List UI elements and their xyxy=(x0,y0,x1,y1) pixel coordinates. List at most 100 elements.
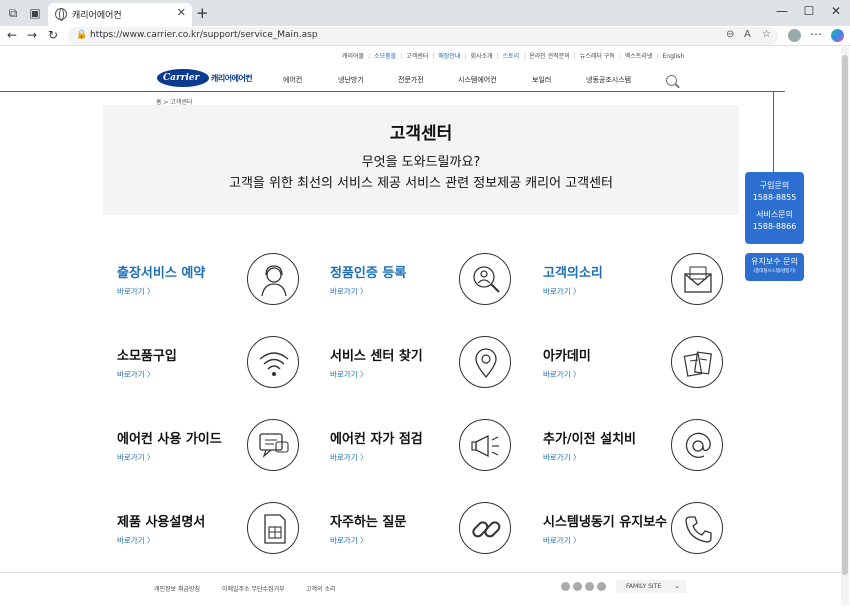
more-menu-icon[interactable]: ⋯ xyxy=(810,27,822,41)
globe-icon xyxy=(55,8,67,21)
shortcut-link[interactable]: 바로가기 〉 xyxy=(117,369,154,380)
shortcut-link[interactable]: 바로가기 〉 xyxy=(543,452,580,463)
service-card-title[interactable]: 에어컨 사용 가이드 xyxy=(117,428,222,447)
read-aloud-icon[interactable]: A xyxy=(744,29,751,40)
link-icon[interactable] xyxy=(459,502,511,554)
util-nav-item[interactable]: 온라인 견적문의 xyxy=(529,53,570,60)
service-card-title[interactable]: 추가/이전 설치비 xyxy=(543,428,636,447)
minimize-button[interactable]: — xyxy=(772,4,792,18)
window-close-button[interactable]: ✕ xyxy=(826,4,846,18)
footer-link-voice[interactable]: 고객의 소리 xyxy=(306,584,336,593)
service-card-title[interactable]: 아카데미 xyxy=(543,345,591,364)
new-tab-button[interactable]: + xyxy=(196,4,209,22)
back-button[interactable]: ← xyxy=(7,28,17,42)
service-card-title[interactable]: 서비스 센터 찾기 xyxy=(330,345,423,364)
url-text: https://www.carrier.co.kr/support/servic… xyxy=(90,30,318,40)
shortcut-link[interactable]: 바로가기 〉 xyxy=(117,535,154,546)
maximize-button[interactable]: ☐ xyxy=(799,4,819,18)
util-nav-item[interactable]: 엑스트라넷 xyxy=(625,53,653,60)
refresh-button[interactable]: ↻ xyxy=(48,28,58,42)
sns-youtube-icon[interactable] xyxy=(597,582,606,591)
books-icon[interactable] xyxy=(671,336,723,388)
profile-avatar[interactable] xyxy=(788,29,801,42)
util-nav-item[interactable]: 매장안내 xyxy=(438,53,460,60)
footer-link-email[interactable]: 이메일주소 무단수집거부 xyxy=(222,584,285,593)
at-sign-icon[interactable] xyxy=(671,419,723,471)
carrier-logo[interactable]: Carrier xyxy=(157,69,209,87)
purchase-phone: 1588-8855 xyxy=(752,193,797,202)
shortcut-link[interactable]: 바로가기 〉 xyxy=(330,535,367,546)
phone-icon[interactable] xyxy=(671,502,723,554)
family-site-select[interactable]: FAMILY SITE ⌄ xyxy=(616,580,686,593)
util-nav-item[interactable]: English xyxy=(663,53,685,60)
service-card-title[interactable]: 출장서비스 예약 xyxy=(117,262,205,281)
page-content: 캐리어몰 | 소모품몰 | 고객센터 | 매장안내 | 회사소개 | 스토리 | 온라인 견적문의 | 뉴스… xyxy=(0,47,850,607)
wifi-icon[interactable] xyxy=(247,336,299,388)
forward-button[interactable]: → xyxy=(27,28,37,42)
sns-instagram-icon[interactable] xyxy=(585,582,594,591)
shortcut-link[interactable]: 바로가기 〉 xyxy=(330,286,367,297)
gnb-item-system-aircon[interactable]: 시스템에어컨 xyxy=(458,75,497,85)
util-nav-item[interactable]: 캐리어몰 xyxy=(342,53,364,60)
phone-icon-graphic xyxy=(685,516,712,543)
util-nav-item[interactable]: 회사소개 xyxy=(471,53,493,60)
service-phone: 1588-8866 xyxy=(752,222,797,231)
browser-tab[interactable]: 캐리어에어컨 ✕ xyxy=(48,3,192,26)
shortcut-link[interactable]: 바로가기 〉 xyxy=(330,369,367,380)
envelope-icon[interactable] xyxy=(671,253,723,305)
shortcut-link[interactable]: 바로가기 〉 xyxy=(543,535,580,546)
scrollbar[interactable] xyxy=(841,47,849,605)
maintenance-label: 유지보수 문의 xyxy=(751,257,798,266)
gnb-item-aircon[interactable]: 에어컨 xyxy=(283,75,302,85)
tab-title: 캐리어에어컨 xyxy=(72,11,122,21)
util-separator: | xyxy=(432,53,435,60)
megaphone-icon[interactable] xyxy=(459,419,511,471)
gnb-item-appliance[interactable]: 전문가전 xyxy=(398,75,424,85)
gnb-item-boiler[interactable]: 보일러 xyxy=(532,75,551,85)
location-pin-icon[interactable] xyxy=(459,336,511,388)
sns-facebook-icon[interactable] xyxy=(573,582,582,591)
service-card-title[interactable]: 소모품구입 xyxy=(117,345,177,364)
quick-contact-box[interactable]: 구입문의 1588-8855 서비스문의 1588-8866 xyxy=(745,172,804,244)
tab-actions-icon[interactable]: ▣ xyxy=(28,6,42,20)
shortcut-link[interactable]: 바로가기 〉 xyxy=(543,369,580,380)
service-card-title[interactable]: 고객의소리 xyxy=(543,262,603,281)
shortcut-link[interactable]: 바로가기 〉 xyxy=(117,286,154,297)
service-card-title[interactable]: 제품 사용설명서 xyxy=(117,511,205,530)
service-card-title[interactable]: 에어컨 자가 점검 xyxy=(330,428,423,447)
hero-subtitle: 무엇을 도와드릴까요? xyxy=(361,155,481,170)
sim-card-icon[interactable] xyxy=(247,502,299,554)
shortcut-link[interactable]: 바로가기 〉 xyxy=(543,286,580,297)
address-bar-row: ← → ↻ 🔒 https://www.carrier.co.kr/suppor… xyxy=(0,26,850,46)
service-card-title[interactable]: 자주하는 질문 xyxy=(330,511,406,530)
search-person-icon[interactable] xyxy=(459,253,511,305)
service-card-title[interactable]: 시스템냉동기 유지보수 xyxy=(543,511,667,530)
maintenance-inquiry-button[interactable]: 유지보수 문의 (중대형시스템/냉동기) xyxy=(745,253,804,281)
util-nav-item[interactable]: 고객센터 xyxy=(406,53,428,60)
agent-icon[interactable] xyxy=(247,253,299,305)
gnb-item-heating[interactable]: 냉난방기 xyxy=(338,75,364,85)
util-separator: | xyxy=(496,53,499,60)
util-nav-item[interactable]: 소모품몰 xyxy=(374,53,396,60)
tab-close-icon[interactable]: ✕ xyxy=(177,6,186,19)
workspaces-icon[interactable]: ⧉ xyxy=(6,6,20,20)
zoom-icon[interactable]: ⊖ xyxy=(726,29,734,40)
util-nav-item[interactable]: 뉴스레터 구독 xyxy=(580,53,615,60)
nav-divider xyxy=(0,91,785,92)
search-icon[interactable] xyxy=(666,75,677,86)
service-card-title[interactable]: 정품인증 등록 xyxy=(330,262,406,281)
util-nav-item[interactable]: 스토리 xyxy=(503,53,520,60)
scrollbar-thumb[interactable] xyxy=(842,55,848,575)
footer-link-privacy[interactable]: 개인정보 취급방침 xyxy=(154,584,200,593)
logo-korean[interactable]: 캐리어에어컨 xyxy=(211,73,253,84)
shortcut-link[interactable]: 바로가기 〉 xyxy=(117,452,154,463)
search-person-icon-graphic xyxy=(473,266,500,293)
shortcut-link[interactable]: 바로가기 〉 xyxy=(330,452,367,463)
gnb-item-refrigeration[interactable]: 냉동공조시스템 xyxy=(586,75,631,85)
sns-blog-icon[interactable] xyxy=(561,582,570,591)
url-field[interactable]: 🔒 https://www.carrier.co.kr/support/serv… xyxy=(68,27,778,45)
copilot-icon[interactable] xyxy=(831,29,844,42)
hero-description: 고객을 위한 최선의 서비스 제공 서비스 관련 정보제공 캐리어 고객센터 xyxy=(228,176,614,191)
favorite-star-icon[interactable]: ☆ xyxy=(762,29,771,40)
chat-icon[interactable] xyxy=(247,419,299,471)
